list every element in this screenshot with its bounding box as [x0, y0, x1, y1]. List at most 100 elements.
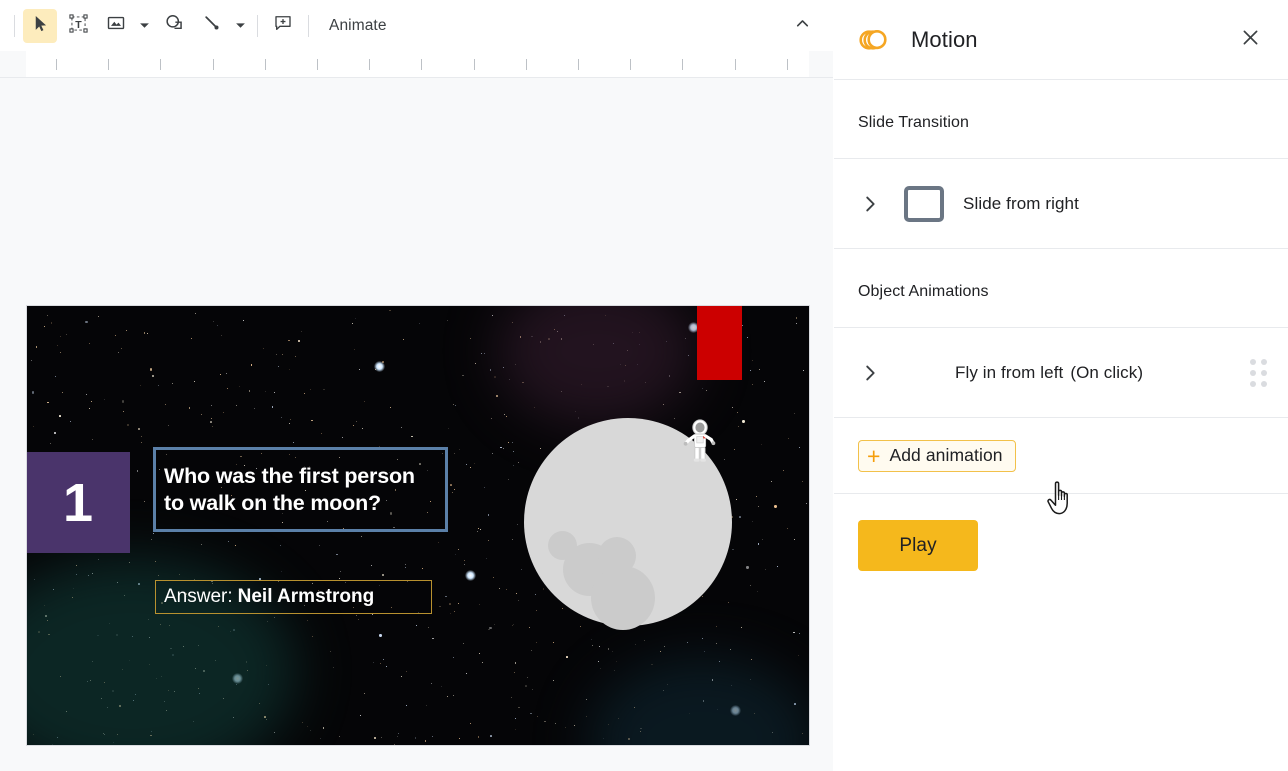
star — [543, 588, 545, 590]
star — [783, 470, 784, 471]
answer-value: Neil Armstrong — [238, 586, 375, 608]
text-box-icon: T — [68, 13, 89, 39]
star — [447, 696, 448, 697]
star — [453, 695, 454, 696]
star — [401, 427, 403, 429]
select-tool-button[interactable] — [23, 9, 57, 43]
star — [757, 591, 758, 592]
star — [746, 566, 748, 568]
toolbar-divider-end — [308, 15, 309, 37]
slide-content[interactable]: 1 Who was the first person to walk on th… — [26, 305, 810, 746]
star — [739, 516, 741, 518]
star — [355, 318, 356, 319]
star — [445, 596, 447, 598]
star — [515, 729, 516, 730]
star — [494, 624, 495, 625]
cursor-arrow-icon — [31, 14, 50, 38]
star — [741, 627, 742, 628]
star — [374, 737, 376, 739]
star — [788, 438, 789, 439]
star — [217, 325, 218, 326]
star — [454, 489, 455, 490]
image-tool-dropdown[interactable] — [135, 9, 153, 43]
star — [293, 442, 294, 443]
star — [172, 383, 173, 384]
star — [428, 627, 429, 628]
question-text-box[interactable]: Who was the first person to walk on the … — [153, 447, 448, 532]
star — [580, 626, 581, 627]
star — [389, 310, 391, 312]
animate-button[interactable]: Animate — [329, 17, 387, 35]
ruler-tick — [56, 59, 57, 70]
star — [752, 360, 753, 361]
star — [141, 436, 142, 437]
star — [494, 376, 496, 378]
star — [274, 392, 275, 393]
star — [140, 385, 142, 387]
star — [55, 376, 56, 377]
object-animation-row[interactable]: Fly in from left(On click) — [834, 328, 1288, 418]
red-rectangle-shape[interactable] — [697, 306, 742, 380]
ruler-tick — [474, 59, 475, 70]
ruler-tick — [213, 59, 214, 70]
star — [381, 737, 382, 738]
ruler-tick — [160, 59, 161, 70]
star — [470, 723, 471, 724]
star — [459, 738, 460, 739]
star — [756, 496, 757, 497]
astronaut-figure[interactable] — [682, 419, 718, 463]
ruler-tick — [317, 59, 318, 70]
star — [453, 404, 455, 406]
star — [323, 727, 325, 729]
star — [165, 404, 166, 405]
question-text: Who was the first person to walk on the … — [164, 463, 415, 516]
slide-editor: T — [0, 0, 833, 771]
star — [458, 603, 459, 604]
star — [432, 736, 433, 737]
star — [122, 400, 124, 402]
star — [373, 662, 374, 663]
star — [591, 639, 592, 640]
line-tool-dropdown[interactable] — [231, 9, 249, 43]
star — [54, 432, 56, 434]
star — [762, 539, 763, 540]
star — [553, 680, 554, 681]
panel-title: Motion — [911, 27, 978, 53]
horizontal-ruler[interactable] — [0, 51, 833, 78]
star — [614, 670, 616, 672]
answer-text-box[interactable]: Answer: Neil Armstrong — [155, 580, 432, 614]
star — [382, 574, 384, 576]
drag-handle-icon[interactable] — [1250, 359, 1267, 387]
star — [360, 715, 361, 716]
star — [598, 661, 599, 662]
slide-canvas[interactable]: 1 Who was the first person to walk on th… — [0, 78, 833, 771]
slide-transition-row[interactable]: Slide from right — [834, 159, 1288, 249]
add-animation-button[interactable]: + Add animation — [858, 440, 1016, 472]
slide-transition-section-header: Slide Transition — [834, 80, 1288, 159]
star — [612, 651, 614, 653]
add-comment-button[interactable] — [266, 9, 300, 43]
star — [439, 606, 441, 608]
text-box-tool-button[interactable]: T — [61, 9, 95, 43]
chevron-right-icon[interactable] — [858, 192, 882, 216]
shape-tool-button[interactable] — [157, 9, 191, 43]
slide-number-box[interactable]: 1 — [27, 452, 130, 553]
animation-trigger: (On click) — [1070, 363, 1143, 382]
star — [450, 484, 452, 486]
star — [276, 354, 277, 355]
star — [478, 528, 479, 529]
star — [290, 419, 291, 420]
chevron-right-icon[interactable] — [858, 361, 882, 385]
close-panel-button[interactable] — [1236, 26, 1264, 54]
star — [138, 428, 140, 430]
transition-preview-icon — [904, 186, 944, 222]
star — [194, 381, 195, 382]
star — [201, 544, 202, 545]
star — [540, 448, 542, 450]
star — [288, 340, 290, 342]
collapse-toolbar-button[interactable] — [785, 9, 819, 43]
image-tool-button[interactable] — [99, 9, 133, 43]
line-tool-button[interactable] — [195, 9, 229, 43]
star — [492, 453, 493, 454]
play-button[interactable]: Play — [858, 520, 978, 571]
